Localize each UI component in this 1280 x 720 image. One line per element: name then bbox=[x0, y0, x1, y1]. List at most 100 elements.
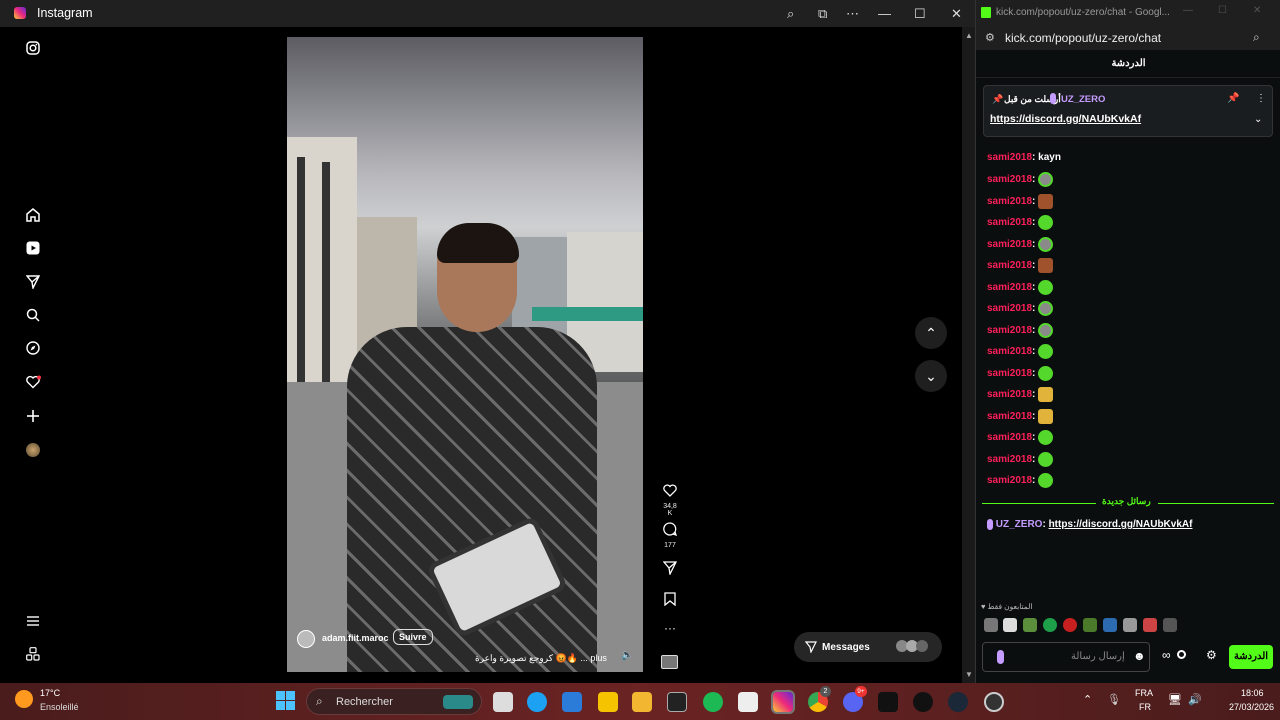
direct-send-icon[interactable] bbox=[26, 275, 40, 289]
pinned-options-icon[interactable]: ⋮ bbox=[1256, 93, 1266, 104]
chat-username[interactable]: sami2018 bbox=[987, 152, 1032, 163]
emote-icon[interactable] bbox=[1038, 215, 1054, 230]
tiktok-icon[interactable] bbox=[913, 692, 933, 712]
instagram-logo-icon[interactable] bbox=[26, 41, 40, 55]
maximize-button[interactable]: ☐ bbox=[914, 6, 926, 22]
also-from-meta-icon[interactable] bbox=[26, 647, 40, 661]
pinned-link[interactable]: https://discord.gg/NAUbKvkAf bbox=[990, 113, 1141, 125]
chat-input[interactable]: إرسال رسالة ☻ bbox=[982, 642, 1150, 672]
infinity-icon[interactable]: ∞ bbox=[1162, 648, 1171, 662]
taskbar-search[interactable]: ⌕ Rechercher bbox=[306, 688, 482, 715]
chat-message[interactable]: UZ_ZERO: https://discord.gg/NAUbKvkAf bbox=[987, 517, 1192, 533]
chat-message[interactable]: sami2018: bbox=[987, 473, 1054, 489]
search-icon[interactable] bbox=[26, 308, 40, 322]
quick-emote[interactable] bbox=[1063, 618, 1077, 632]
obs-icon[interactable] bbox=[984, 692, 1004, 712]
more-icon[interactable]: ··· bbox=[660, 621, 680, 635]
chat-message[interactable]: sami2018: bbox=[987, 236, 1054, 253]
outlook-icon[interactable] bbox=[562, 692, 582, 712]
share-button[interactable] bbox=[660, 561, 680, 579]
chat-message[interactable]: sami2018: bbox=[987, 258, 1054, 274]
minimize-button[interactable]: — bbox=[878, 6, 891, 21]
unpin-icon[interactable]: 📌 bbox=[1227, 93, 1239, 104]
scroll-down-icon[interactable]: ▼ bbox=[965, 670, 973, 679]
profile-avatar[interactable] bbox=[26, 443, 40, 457]
site-settings-icon[interactable]: ⚙ bbox=[985, 31, 995, 44]
chat-username[interactable]: sami2018 bbox=[987, 368, 1032, 379]
chat-username[interactable]: sami2018 bbox=[987, 174, 1032, 185]
quick-emote[interactable] bbox=[1163, 618, 1177, 632]
chat-username[interactable]: sami2018 bbox=[987, 239, 1032, 250]
task-view-icon[interactable] bbox=[493, 692, 513, 712]
capcut-icon[interactable] bbox=[878, 692, 898, 712]
emote-icon[interactable] bbox=[1038, 172, 1054, 187]
chat-message[interactable]: sami2018: bbox=[987, 387, 1054, 403]
emote-icon[interactable] bbox=[1038, 430, 1054, 445]
chat-message[interactable]: sami2018: bbox=[987, 193, 1054, 210]
close-button[interactable]: ✕ bbox=[951, 6, 962, 22]
emote-icon[interactable] bbox=[1038, 236, 1054, 252]
spotify-icon[interactable] bbox=[703, 692, 723, 712]
chat-message[interactable]: sami2018: bbox=[987, 408, 1054, 425]
quick-emote[interactable] bbox=[1083, 618, 1097, 632]
chat-message[interactable]: sami2018: bbox=[987, 301, 1054, 317]
minimize-button[interactable]: — bbox=[1183, 5, 1193, 16]
audio-thumbnail[interactable] bbox=[661, 655, 678, 669]
chat-message[interactable]: sami2018: bbox=[987, 451, 1054, 468]
weather-desc[interactable]: Ensoleillé bbox=[40, 702, 79, 712]
chat-message[interactable]: sami2018: bbox=[987, 430, 1054, 446]
notifications-heart-icon[interactable] bbox=[26, 375, 42, 389]
emote-icon[interactable] bbox=[1038, 344, 1054, 359]
chat-username[interactable]: UZ_ZERO bbox=[996, 519, 1043, 530]
chat-username[interactable]: sami2018 bbox=[987, 303, 1032, 314]
microphone-icon[interactable]: 🎙 bbox=[1107, 693, 1121, 706]
chat-link[interactable]: https://discord.gg/NAUbKvkAf bbox=[1049, 519, 1193, 530]
chat-message[interactable]: sami2018: bbox=[987, 215, 1054, 231]
quick-emote[interactable] bbox=[1123, 618, 1137, 632]
chat-send-button[interactable]: الدردشة bbox=[1229, 645, 1273, 669]
pinned-message[interactable]: 📌 أرسلت من قبل UZ_ZERO 📌 ⋮ https://disco… bbox=[983, 85, 1273, 137]
steam-icon[interactable] bbox=[948, 692, 968, 712]
volume-icon[interactable]: 🔊 bbox=[1188, 693, 1202, 706]
tray-overflow-icon[interactable]: ⌃ bbox=[1083, 693, 1092, 706]
maximize-button[interactable]: ☐ bbox=[1218, 5, 1227, 16]
windows-start-icon[interactable] bbox=[276, 691, 295, 710]
quick-emote[interactable] bbox=[1143, 618, 1157, 632]
chat-message[interactable]: sami2018: bbox=[987, 344, 1054, 360]
chat-username[interactable]: sami2018 bbox=[987, 282, 1032, 293]
pinned-user[interactable]: UZ_ZERO bbox=[1061, 94, 1105, 105]
emote-icon[interactable] bbox=[1038, 387, 1054, 402]
quick-emote[interactable] bbox=[1003, 618, 1017, 632]
chat-username[interactable]: sami2018 bbox=[987, 411, 1032, 422]
create-plus-icon[interactable] bbox=[26, 409, 40, 423]
chat-username[interactable]: sami2018 bbox=[987, 217, 1032, 228]
author-username[interactable]: adam.fiit.maroc bbox=[322, 633, 389, 643]
more-options-icon[interactable]: ⋯ bbox=[846, 6, 859, 22]
install-app-icon[interactable]: ⧉ bbox=[818, 6, 827, 22]
emote-icon[interactable] bbox=[1038, 301, 1054, 316]
save-button[interactable] bbox=[660, 592, 680, 610]
chat-username[interactable]: sami2018 bbox=[987, 454, 1032, 465]
like-button[interactable]: 34,8 K bbox=[660, 484, 680, 517]
audio-icon[interactable]: 🔈 bbox=[621, 650, 633, 661]
menu-icon[interactable] bbox=[26, 614, 40, 628]
chat-username[interactable]: sami2018 bbox=[987, 475, 1032, 486]
next-reel-button[interactable]: ⌄ bbox=[915, 360, 947, 392]
address-bar[interactable]: ⚙ kick.com/popout/uz-zero/chat ⌕ bbox=[976, 26, 1280, 50]
quick-emote[interactable] bbox=[1103, 618, 1117, 632]
chat-settings-icon[interactable]: ⚙ bbox=[1206, 648, 1217, 662]
clock-time[interactable]: 18:06 bbox=[1241, 688, 1264, 698]
scroll-up-icon[interactable]: ▲ bbox=[965, 31, 973, 40]
reel-video[interactable]: adam.fiit.maroc Suivre كروجع تصويرة واعر… bbox=[287, 37, 643, 672]
url-text[interactable]: kick.com/popout/uz-zero/chat bbox=[1005, 31, 1161, 45]
scrollbar[interactable]: ▲ ▼ bbox=[962, 27, 975, 683]
explore-icon[interactable] bbox=[26, 341, 40, 355]
microsoft-store-icon[interactable] bbox=[738, 692, 758, 712]
file-explorer-icon[interactable] bbox=[632, 692, 652, 712]
chat-username[interactable]: sami2018 bbox=[987, 389, 1032, 400]
chat-username[interactable]: sami2018 bbox=[987, 432, 1032, 443]
close-button[interactable]: ✕ bbox=[1253, 5, 1261, 16]
quick-emote[interactable] bbox=[1043, 618, 1057, 632]
chat-message[interactable]: sami2018: bbox=[987, 172, 1054, 188]
follow-button[interactable]: Suivre bbox=[393, 629, 433, 645]
